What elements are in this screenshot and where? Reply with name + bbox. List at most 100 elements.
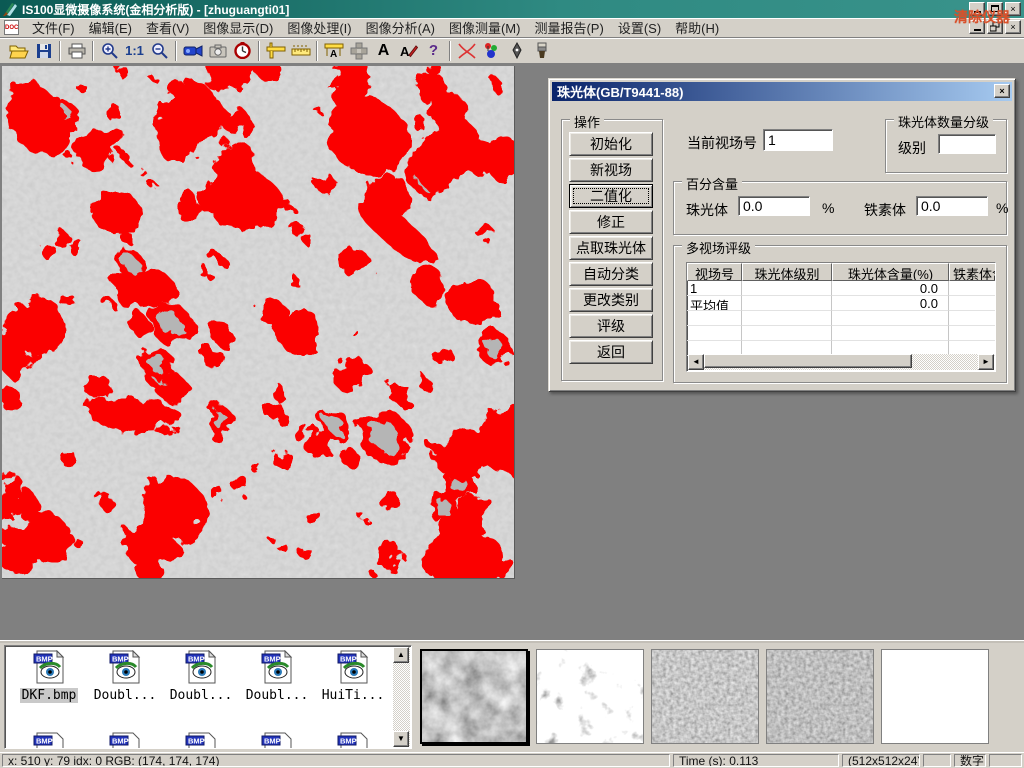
caliper-icon[interactable]	[263, 40, 288, 62]
thumbnail-2[interactable]	[536, 649, 644, 744]
status-mode: 数字	[954, 754, 986, 767]
print-icon[interactable]	[64, 40, 89, 62]
cell-pearlite: 0.0	[832, 281, 949, 296]
text-icon[interactable]: A	[371, 40, 396, 62]
file-item[interactable]: BMP Doubl...	[165, 650, 237, 703]
file-item[interactable]: BMP DKF.bmp	[13, 650, 85, 703]
scrollbar-thumb[interactable]	[704, 354, 912, 368]
pearlite-percent-input[interactable]	[738, 196, 810, 216]
dialog-close-icon[interactable]: ×	[994, 84, 1010, 98]
file-list-scrollbar[interactable]: ▲ ▼	[393, 647, 410, 747]
file-item-clipped[interactable]: BMP	[13, 732, 85, 749]
binarize-button[interactable]: 二值化	[569, 184, 653, 208]
particle-classify-icon[interactable]	[479, 40, 504, 62]
scroll-down-icon[interactable]: ▼	[393, 731, 409, 747]
mdi-minimize-button[interactable]	[969, 20, 985, 34]
file-name[interactable]: DKF.bmp	[20, 688, 79, 703]
file-item-clipped[interactable]: BMP	[89, 732, 161, 749]
actual-size-icon[interactable]: 1:1	[122, 40, 147, 62]
file-item[interactable]: BMP Doubl...	[89, 650, 161, 703]
menu-edit[interactable]: 编辑(E)	[82, 16, 139, 39]
video-camera-icon[interactable]	[180, 40, 205, 62]
table-header-row: 视场号 珠光体级别 珠光体含量(%) 铁素体含量(%)	[687, 263, 995, 281]
file-name[interactable]: Doubl...	[92, 688, 159, 703]
bmp-file-icon: BMP	[336, 732, 370, 749]
operation-group-label: 操作	[570, 112, 604, 131]
auto-classify-button[interactable]: 自动分类	[569, 262, 653, 286]
thumbnail-3[interactable]	[651, 649, 759, 744]
svg-text:BMP: BMP	[264, 737, 281, 746]
grading-table[interactable]: 视场号 珠光体级别 珠光体含量(%) 铁素体含量(%) 1 0.0 平均值 0.…	[686, 262, 996, 372]
grade-group: 珠光体数量分级 级别	[885, 119, 1007, 173]
save-icon[interactable]	[31, 40, 56, 62]
brush-tool-icon[interactable]	[529, 40, 554, 62]
scroll-up-icon[interactable]: ▲	[393, 647, 409, 663]
bmp-file-icon: BMP	[32, 732, 66, 749]
mdi-close-button[interactable]: ×	[1005, 20, 1021, 34]
file-list[interactable]: BMP DKF.bmp BMP Doubl... BMP Doubl... BM…	[4, 645, 412, 749]
timer-icon[interactable]	[230, 40, 255, 62]
menu-help[interactable]: 帮助(H)	[668, 16, 726, 39]
scroll-right-icon[interactable]: ►	[978, 354, 994, 370]
camera-icon[interactable]	[205, 40, 230, 62]
table-row[interactable]: 1 0.0	[687, 281, 995, 296]
operation-group: 操作 初始化 新视场 二值化 修正 点取珠光体 自动分类 更改类别 评级 返回	[561, 119, 663, 381]
table-horizontal-scrollbar[interactable]: ◄ ►	[688, 354, 994, 370]
file-item[interactable]: BMP HuiTi...	[317, 650, 389, 703]
correct-button[interactable]: 修正	[569, 210, 653, 234]
menu-file[interactable]: 文件(F)	[25, 16, 82, 39]
maximize-button[interactable]	[987, 2, 1003, 16]
status-empty	[989, 754, 1022, 767]
menu-measure-report[interactable]: 测量报告(P)	[527, 16, 610, 39]
menu-settings[interactable]: 设置(S)	[611, 16, 668, 39]
help-icon[interactable]: ?	[421, 40, 446, 62]
pick-pearlite-button[interactable]: 点取珠光体	[569, 236, 653, 260]
menu-image-analysis[interactable]: 图像分析(A)	[359, 16, 442, 39]
svg-text:BMP: BMP	[112, 737, 129, 746]
pen-tool-icon[interactable]	[504, 40, 529, 62]
grade-button[interactable]: 评级	[569, 314, 653, 338]
status-image-size: (512x512x24)	[842, 754, 920, 767]
menu-image-measure[interactable]: 图像测量(M)	[442, 16, 528, 39]
zoom-out-icon[interactable]	[147, 40, 172, 62]
file-item-clipped[interactable]: BMP	[317, 732, 389, 749]
thumbnail-1[interactable]	[420, 649, 528, 744]
thumbnail-5[interactable]	[881, 649, 989, 744]
document-icon[interactable]: DOC	[4, 20, 19, 35]
table-row[interactable]: 平均值 0.0	[687, 296, 995, 311]
initialize-button[interactable]: 初始化	[569, 132, 653, 156]
menu-view[interactable]: 查看(V)	[139, 16, 196, 39]
micrograph-image[interactable]	[2, 66, 515, 579]
file-name[interactable]: HuiTi...	[320, 688, 387, 703]
measure-text-icon[interactable]: A	[321, 40, 346, 62]
grade-level-input[interactable]	[938, 134, 996, 154]
pattern-grid-icon[interactable]	[346, 40, 371, 62]
open-icon[interactable]	[6, 40, 31, 62]
bmp-file-icon: BMP	[108, 732, 142, 749]
new-field-button[interactable]: 新视场	[569, 158, 653, 182]
file-item[interactable]: BMP Doubl...	[241, 650, 313, 703]
dialog-title-bar[interactable]: 珠光体(GB/T9441-88) ×	[552, 82, 1012, 101]
minimize-button[interactable]	[969, 2, 985, 16]
menu-image-process[interactable]: 图像处理(I)	[280, 16, 358, 39]
file-item-clipped[interactable]: BMP	[241, 732, 313, 749]
scroll-left-icon[interactable]: ◄	[688, 354, 704, 370]
ruler-icon[interactable]	[288, 40, 313, 62]
file-item-clipped[interactable]: BMP	[165, 732, 237, 749]
ferrite-percent-input[interactable]	[916, 196, 988, 216]
return-button[interactable]: 返回	[569, 340, 653, 364]
change-class-button[interactable]: 更改类别	[569, 288, 653, 312]
mdi-restore-button[interactable]	[987, 20, 1003, 34]
thumbnail-4[interactable]	[766, 649, 874, 744]
close-button[interactable]: ×	[1005, 2, 1021, 16]
file-browser-panel: BMP DKF.bmp BMP Doubl... BMP Doubl... BM…	[0, 640, 1024, 752]
grade-group-label: 珠光体数量分级	[894, 112, 993, 131]
zoom-in-icon[interactable]	[97, 40, 122, 62]
current-field-input[interactable]	[763, 129, 833, 151]
menu-image-display[interactable]: 图像显示(D)	[196, 16, 280, 39]
curve-tool-icon[interactable]	[454, 40, 479, 62]
pearlite-dialog[interactable]: 珠光体(GB/T9441-88) × 操作 初始化 新视场 二值化 修正 点取珠…	[548, 78, 1016, 392]
file-name[interactable]: Doubl...	[244, 688, 311, 703]
annotate-icon[interactable]: A	[396, 40, 421, 62]
file-name[interactable]: Doubl...	[168, 688, 235, 703]
